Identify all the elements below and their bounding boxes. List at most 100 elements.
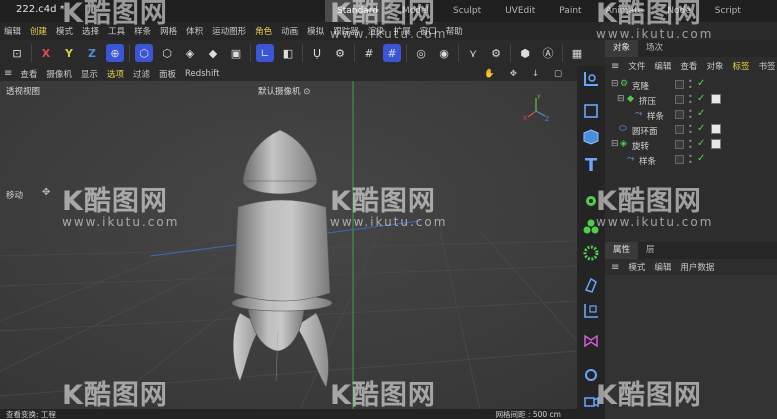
layout-tab-standard[interactable]: Standard bbox=[325, 0, 390, 22]
vp-menu-view[interactable]: 查看 bbox=[20, 68, 37, 80]
light-icon[interactable] bbox=[580, 364, 602, 386]
move-tool-icon[interactable]: ✥ bbox=[42, 187, 50, 198]
text-a-icon[interactable]: Ⓐ bbox=[539, 44, 557, 62]
grid-snap-icon[interactable]: # bbox=[360, 44, 378, 62]
coordinate-system-icon[interactable]: ⊕ bbox=[106, 44, 124, 62]
clapboard-icon[interactable]: ▦ bbox=[568, 44, 586, 62]
enabled-check-icon[interactable]: ✓ bbox=[697, 138, 705, 149]
layer-box[interactable] bbox=[675, 95, 684, 104]
visibility-dots[interactable]: • • bbox=[688, 78, 693, 92]
menu-character[interactable]: 角色 bbox=[255, 25, 272, 37]
layout-tab-model[interactable]: Model bbox=[390, 0, 441, 22]
render-view-icon[interactable]: ◎ bbox=[412, 44, 430, 62]
effector-gear-icon[interactable] bbox=[580, 242, 602, 264]
collapse-icon[interactable]: ⊟ bbox=[611, 79, 619, 89]
collapse-icon[interactable]: ⊟ bbox=[617, 94, 625, 104]
display-settings-icon[interactable]: ⚙ bbox=[487, 44, 505, 62]
cloner-gear-icon[interactable] bbox=[580, 190, 602, 212]
null-object-icon[interactable] bbox=[580, 68, 602, 90]
menu-render[interactable]: 渲染 bbox=[368, 25, 385, 37]
visibility-dots[interactable]: • • bbox=[688, 108, 693, 122]
layout-tab-uvedit[interactable]: UVEdit bbox=[493, 0, 547, 22]
model-mode-icon[interactable]: ⬡ bbox=[135, 44, 153, 62]
field-icon[interactable] bbox=[580, 300, 602, 322]
object-row-extrude[interactable]: ⊟ ◆ 挤压 • • ✓ bbox=[605, 93, 777, 108]
layer-box[interactable] bbox=[675, 125, 684, 134]
menu-select[interactable]: 选择 bbox=[82, 25, 99, 37]
deformer-icon[interactable] bbox=[580, 274, 602, 296]
tab-attributes[interactable]: 属性 bbox=[605, 242, 639, 259]
attributes-hamburger-icon[interactable]: ≡ bbox=[611, 262, 619, 273]
menu-edit[interactable]: 编辑 bbox=[4, 25, 21, 37]
attr-menu-mode[interactable]: 模式 bbox=[628, 261, 645, 273]
layer-box[interactable] bbox=[675, 80, 684, 89]
axis-y-toggle[interactable]: Y bbox=[60, 44, 78, 62]
undo-icon[interactable]: ⊡ bbox=[8, 44, 26, 62]
vp-menu-filter[interactable]: 过滤 bbox=[133, 68, 150, 80]
object-row-cloner[interactable]: ⊟ ⚙ 克隆 • • ✓ bbox=[605, 78, 777, 93]
vp-menu-redshift[interactable]: Redshift bbox=[185, 69, 220, 79]
menu-spline[interactable]: 样条 bbox=[134, 25, 151, 37]
layout-tab-sculpt[interactable]: Sculpt bbox=[441, 0, 493, 22]
menu-simulate[interactable]: 模拟 bbox=[307, 25, 324, 37]
tab-takes[interactable]: 场次 bbox=[638, 40, 671, 57]
points-mode-icon[interactable]: ⬡ bbox=[158, 44, 176, 62]
objects-menu-file[interactable]: 文件 bbox=[628, 60, 645, 72]
objects-menu-bookmarks[interactable]: 书签 bbox=[758, 60, 775, 72]
magnet-icon[interactable]: Ụ bbox=[308, 44, 326, 62]
menu-mesh[interactable]: 网格 bbox=[160, 25, 177, 37]
object-row-torus[interactable]: ⬭ 圆环面 • • ✓ bbox=[605, 123, 777, 138]
layer-box[interactable] bbox=[675, 155, 684, 164]
symmetry-icon[interactable]: ⋎ bbox=[464, 44, 482, 62]
down-arrow-icon[interactable]: ↓ bbox=[532, 69, 539, 79]
visibility-dots[interactable]: • • bbox=[688, 123, 693, 137]
phong-tag-icon[interactable] bbox=[711, 124, 721, 134]
workplane-icon[interactable]: # bbox=[383, 44, 401, 62]
file-tab[interactable]: 222.c4d * bbox=[16, 4, 65, 15]
visibility-dots[interactable]: • • bbox=[688, 153, 693, 167]
cube-primitive-icon[interactable] bbox=[580, 126, 602, 148]
enabled-check-icon[interactable]: ✓ bbox=[697, 153, 705, 164]
cube-outline-icon[interactable] bbox=[580, 100, 602, 122]
objects-hamburger-icon[interactable]: ≡ bbox=[611, 61, 619, 72]
axis-mode-icon[interactable]: ∟ bbox=[256, 44, 274, 62]
enabled-check-icon[interactable]: ✓ bbox=[697, 93, 705, 104]
menu-tracker[interactable]: 跟踪器 bbox=[333, 25, 359, 37]
render-settings-icon[interactable]: ◉ bbox=[435, 44, 453, 62]
menu-mograph[interactable]: 运动图形 bbox=[212, 25, 246, 37]
enabled-check-icon[interactable]: ✓ bbox=[697, 123, 705, 134]
menu-volume[interactable]: 体积 bbox=[186, 25, 203, 37]
visibility-dots[interactable]: • • bbox=[688, 93, 693, 107]
scene-icon[interactable] bbox=[580, 330, 602, 352]
object-row-spline-2[interactable]: ⤳ 样条 • • ✓ bbox=[605, 153, 777, 168]
objects-menu-edit[interactable]: 编辑 bbox=[654, 60, 671, 72]
menu-tools[interactable]: 工具 bbox=[108, 25, 125, 37]
objects-menu-object[interactable]: 对象 bbox=[706, 60, 723, 72]
attr-menu-userdata[interactable]: 用户数据 bbox=[680, 261, 714, 273]
menu-extensions[interactable]: 扩展 bbox=[394, 25, 411, 37]
text-spline-icon[interactable]: T bbox=[580, 154, 602, 176]
camera-icon[interactable] bbox=[580, 390, 602, 412]
layout-tab-animate[interactable]: Animate bbox=[594, 0, 656, 22]
vp-menu-camera[interactable]: 摄像机 bbox=[46, 68, 72, 80]
mograph-cluster-icon[interactable] bbox=[580, 216, 602, 238]
menu-help[interactable]: 帮助 bbox=[446, 25, 463, 37]
object-row-spline[interactable]: ⤳ 样条 • • ✓ bbox=[605, 108, 777, 123]
tab-objects[interactable]: 对象 bbox=[605, 40, 639, 57]
layout-tab-script[interactable]: Script bbox=[703, 0, 753, 22]
viewport-3d[interactable]: 透视视图 默认摄像机 ⊙ 移动 ✥ Y X Z bbox=[0, 81, 577, 410]
edges-mode-icon[interactable]: ◈ bbox=[181, 44, 199, 62]
layout-tab-node[interactable]: Node bbox=[655, 0, 703, 22]
attr-menu-edit[interactable]: 编辑 bbox=[654, 261, 671, 273]
settings-gear-icon[interactable]: ⚙ bbox=[331, 44, 349, 62]
maximize-icon[interactable]: ▢ bbox=[554, 69, 562, 79]
move-arrows-icon[interactable]: ✥ bbox=[510, 69, 517, 79]
objects-menu-tags[interactable]: 标签 bbox=[732, 60, 749, 72]
hexagon-icon[interactable]: ⬢ bbox=[516, 44, 534, 62]
tab-layers[interactable]: 层 bbox=[638, 242, 663, 259]
layer-box[interactable] bbox=[675, 140, 684, 149]
layer-box[interactable] bbox=[675, 110, 684, 119]
uv-mode-icon[interactable]: ▣ bbox=[227, 44, 245, 62]
axis-x-toggle[interactable]: X bbox=[37, 44, 55, 62]
phong-tag-icon[interactable] bbox=[711, 139, 721, 149]
